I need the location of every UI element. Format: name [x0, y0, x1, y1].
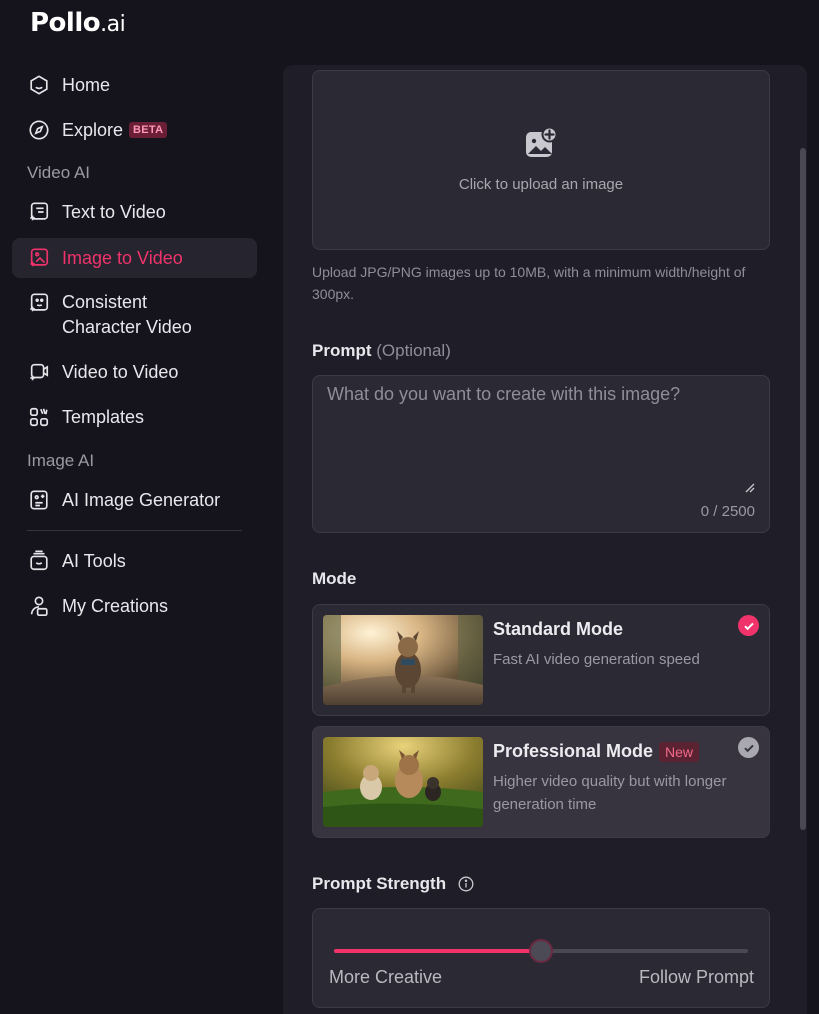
section-label-video-ai: Video AI: [27, 163, 91, 182]
sidebar-item-label: My Creations: [62, 595, 169, 616]
sidebar-item-explore[interactable]: Explore BETA: [12, 110, 257, 150]
sidebar-item-home[interactable]: Home: [12, 65, 257, 105]
section-label-image-ai: Image AI: [27, 451, 95, 470]
prompt-label: Prompt (Optional): [312, 341, 451, 361]
sidebar-item-label: Image to Video: [62, 247, 183, 268]
slider-left-label: More Creative: [329, 967, 443, 987]
sidebar-item-label: AI Tools: [62, 550, 126, 571]
sidebar-item-label: Explore: [62, 119, 124, 140]
professional-mode-title: Professional Mode New: [493, 741, 700, 762]
home-icon: [27, 73, 51, 97]
mode-option-standard[interactable]: Standard Mode Fast AI video generation s…: [312, 604, 770, 716]
sidebar-item-templates[interactable]: Templates: [12, 397, 257, 437]
sidebar-item-ai-tools[interactable]: AI Tools: [12, 541, 257, 581]
slider-thumb[interactable]: [529, 939, 553, 963]
sidebar-divider: [27, 530, 242, 531]
sidebar-item-text-to-video[interactable]: Text to Video: [12, 192, 257, 232]
sidebar-item-video-to-video[interactable]: Video to Video: [12, 352, 257, 392]
sidebar-item-consistent-character-video[interactable]: Consistent Character Video: [12, 286, 257, 342]
info-icon[interactable]: [458, 876, 474, 892]
sidebar-item-ai-image-generator[interactable]: AI Image Generator: [12, 480, 257, 520]
user-folder-icon: [27, 594, 51, 618]
image-generator-icon: [27, 488, 51, 512]
unselected-check-icon: [738, 737, 759, 758]
standard-mode-desc: Fast AI video generation speed: [493, 651, 700, 668]
sidebar-item-label: Home: [62, 74, 111, 95]
sidebar-item-label: AI Image Generator: [62, 489, 221, 510]
sidebar-item-image-to-video[interactable]: Image to Video: [12, 238, 257, 278]
panel-scrollbar[interactable]: [800, 148, 806, 830]
new-badge: New: [659, 741, 700, 762]
prompt-char-counter: 0 / 2500: [700, 503, 755, 520]
app-root: Pollo.ai Home Explore BETA Video AI Text…: [0, 0, 819, 1014]
beta-badge: BETA: [129, 122, 168, 138]
text-to-video-icon: [27, 200, 51, 224]
image-upload-dropzone[interactable]: Click to upload an image: [312, 70, 770, 250]
compass-icon: [27, 118, 51, 142]
upload-hint: Upload JPG/PNG images up to 10MB, with a…: [312, 264, 746, 302]
prompt-optional-text: (Optional): [376, 341, 451, 360]
sidebar-item-label: Text to Video: [62, 201, 166, 222]
sidebar-item-label: Video to Video: [62, 361, 179, 382]
ai-tools-icon: [27, 549, 51, 573]
upload-label: Click to upload an image: [458, 176, 624, 193]
professional-mode-title-text: Professional Mode: [493, 741, 654, 761]
prompt-field-container: 0 / 2500: [312, 375, 770, 533]
logo-main-text: Pollo: [30, 8, 101, 38]
standard-mode-thumbnail: [323, 615, 483, 705]
sidebar-item-my-creations[interactable]: My Creations: [12, 586, 257, 626]
prompt-input[interactable]: [313, 376, 769, 496]
mode-label: Mode: [312, 569, 357, 588]
video-to-video-icon: [27, 360, 51, 384]
pollo-logo[interactable]: Pollo.ai: [30, 8, 126, 38]
professional-mode-desc: Higher video quality but with longer gen…: [493, 773, 727, 813]
image-add-icon: [525, 126, 558, 164]
logo-tld-text: .ai: [100, 12, 126, 37]
sidebar-item-label: Templates: [62, 406, 145, 427]
character-video-icon: [27, 291, 51, 315]
sidebar-item-label: Consistent Character Video: [62, 292, 192, 337]
mode-option-professional[interactable]: Professional Mode New Higher video quali…: [312, 726, 770, 838]
slider-right-label: Follow Prompt: [638, 967, 754, 987]
slider-fill: [334, 949, 541, 953]
professional-mode-thumbnail: [323, 737, 483, 827]
standard-mode-title: Standard Mode: [493, 619, 624, 639]
prompt-strength-slider-container: More Creative Follow Prompt: [312, 908, 770, 1008]
templates-icon: [27, 405, 51, 429]
selected-check-icon: [738, 615, 759, 636]
image-to-video-icon: [27, 246, 51, 270]
resize-grip-icon[interactable]: [743, 480, 755, 493]
prompt-strength-label: Prompt Strength: [312, 874, 474, 894]
prompt-label-text: Prompt: [312, 341, 372, 360]
prompt-strength-label-text: Prompt Strength: [312, 874, 447, 893]
